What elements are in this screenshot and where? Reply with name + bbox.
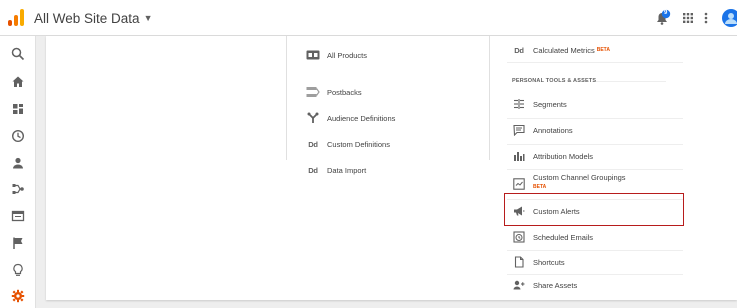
- column-divider: [286, 36, 287, 160]
- customization-icon[interactable]: [8, 99, 28, 119]
- search-icon[interactable]: [8, 44, 28, 64]
- channel-groupings-icon: [512, 177, 526, 191]
- audience-person-icon[interactable]: [8, 153, 28, 173]
- menu-item-label: All Products: [327, 50, 368, 60]
- top-bar: All Web Site Data ▼ 9: [0, 0, 737, 36]
- menu-item-custom-definitions[interactable]: Dd Custom Definitions: [306, 132, 390, 156]
- column-divider: [489, 36, 490, 160]
- all-products-icon: [306, 48, 320, 62]
- menu-item-label: Segments: [533, 99, 567, 109]
- left-nav-rail: [0, 36, 36, 308]
- menu-item-label: Custom Definitions: [327, 139, 390, 149]
- menu-item-label: Calculated Metrics: [533, 45, 595, 55]
- acquisition-icon[interactable]: [8, 179, 28, 199]
- menu-item-label: Share Assets: [533, 280, 578, 290]
- menu-item-label: Audience Definitions: [327, 113, 396, 123]
- document-icon: [512, 255, 526, 269]
- custom-alerts-highlight: [504, 193, 684, 226]
- share-person-icon: [512, 278, 526, 292]
- behavior-icon[interactable]: [8, 206, 28, 226]
- more-vert-icon[interactable]: [700, 8, 712, 28]
- divider: [596, 81, 666, 82]
- dd-icon: Dd: [308, 165, 318, 175]
- audience-definitions-icon: [306, 111, 320, 125]
- divider: [507, 169, 683, 170]
- menu-item-postbacks[interactable]: Postbacks: [306, 80, 362, 104]
- menu-item-annotations[interactable]: Annotations: [512, 118, 573, 142]
- menu-item-shortcuts[interactable]: Shortcuts: [512, 250, 565, 274]
- apps-grid-icon[interactable]: [678, 8, 698, 28]
- admin-gear-icon[interactable]: [8, 286, 28, 306]
- home-icon[interactable]: [8, 72, 28, 92]
- property-selector[interactable]: All Web Site Data ▼: [34, 11, 152, 26]
- notification-badge: 9: [664, 10, 668, 16]
- postbacks-icon: [306, 85, 320, 99]
- menu-item-label: Postbacks: [327, 87, 362, 97]
- bell-icon[interactable]: 9: [652, 8, 672, 28]
- attribution-models-icon: [512, 149, 526, 163]
- menu-item-label: Data Import: [327, 165, 367, 175]
- alarm-clock-icon: [512, 230, 526, 244]
- caret-down-icon: ▼: [143, 13, 153, 23]
- divider: [507, 62, 683, 63]
- menu-item-calculated-metrics[interactable]: Dd Calculated Metrics BETA: [512, 38, 610, 62]
- avatar-icon[interactable]: [720, 8, 737, 28]
- menu-item-data-import[interactable]: Dd Data Import: [306, 158, 366, 182]
- menu-item-label: Scheduled Emails: [533, 232, 594, 242]
- analytics-logo-icon[interactable]: [8, 9, 26, 26]
- discover-lightbulb-icon[interactable]: [8, 260, 28, 280]
- beta-badge: BETA: [533, 184, 547, 190]
- menu-item-label: Attribution Models: [533, 151, 594, 161]
- menu-item-segments[interactable]: Segments: [512, 92, 567, 116]
- menu-item-all-products[interactable]: All Products: [306, 43, 367, 67]
- menu-item-attribution-models[interactable]: Attribution Models: [512, 144, 593, 168]
- menu-item-scheduled-emails[interactable]: Scheduled Emails: [512, 225, 593, 249]
- menu-item-label: Annotations: [533, 125, 573, 135]
- menu-item-audience-definitions[interactable]: Audience Definitions: [306, 106, 395, 130]
- annotations-icon: [512, 123, 526, 137]
- section-title: PERSONAL TOOLS & ASSETS: [512, 78, 597, 84]
- dd-icon: Dd: [514, 45, 524, 55]
- dd-icon: Dd: [308, 139, 318, 149]
- label-group: Custom Channel Groupings BETA: [533, 173, 626, 190]
- menu-item-label: Custom Channel Groupings: [533, 173, 626, 182]
- beta-badge: BETA: [596, 47, 610, 53]
- property-title: All Web Site Data: [34, 11, 140, 26]
- segments-icon: [512, 97, 526, 111]
- menu-item-label: Shortcuts: [533, 257, 565, 267]
- admin-card: All Products Postbacks Audience Definiti…: [46, 36, 737, 300]
- realtime-clock-icon[interactable]: [8, 126, 28, 146]
- conversions-flag-icon[interactable]: [8, 233, 28, 253]
- menu-item-share-assets[interactable]: Share Assets: [512, 273, 577, 297]
